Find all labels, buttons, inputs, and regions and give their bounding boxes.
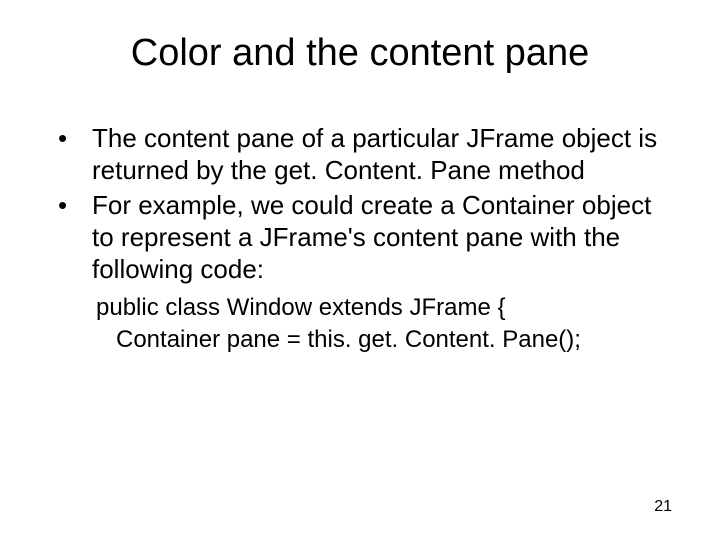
code-line: public class Window extends JFrame { [96,292,680,324]
bullet-item: For example, we could create a Container… [40,190,680,285]
code-block: public class Window extends JFrame { Con… [40,292,680,357]
page-number: 21 [654,498,672,516]
bullet-list: The content pane of a particular JFrame … [40,123,680,286]
bullet-item: The content pane of a particular JFrame … [40,123,680,186]
slide-title: Color and the content pane [40,32,680,75]
code-line: Container pane = this. get. Content. Pan… [96,324,680,356]
slide: Color and the content pane The content p… [0,0,720,540]
